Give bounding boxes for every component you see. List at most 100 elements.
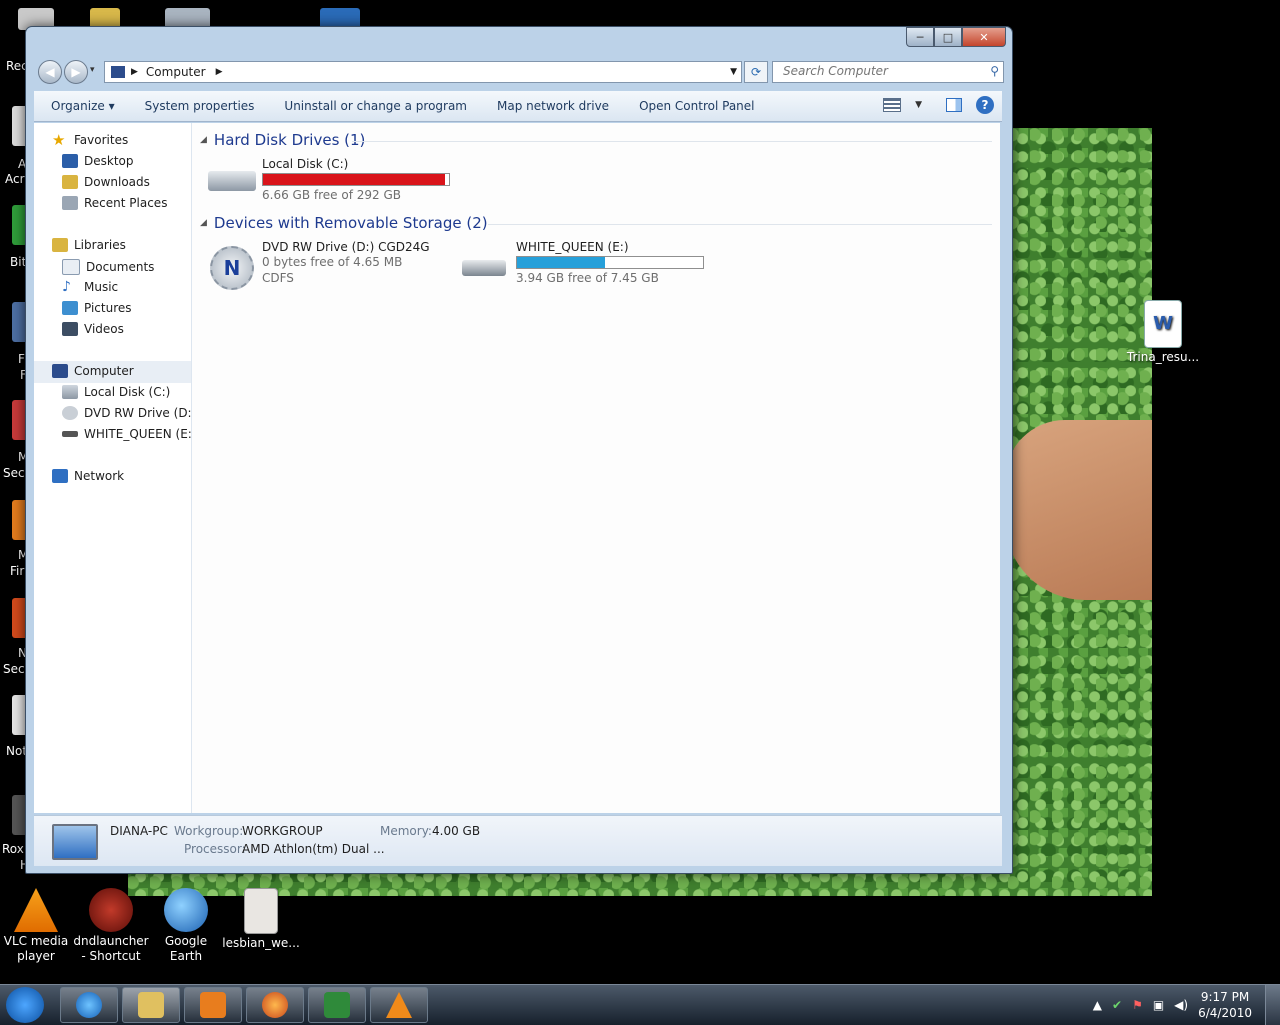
- desktop-icon-word-doc[interactable]: W Trina_resu...: [1124, 300, 1202, 365]
- nav-item-white-queen[interactable]: WHITE_QUEEN (E:): [62, 427, 191, 441]
- desktop-icon-vlc[interactable]: VLC media player: [0, 888, 75, 964]
- desktop-label[interactable]: Roxi: [2, 842, 27, 856]
- computer-icon: [111, 66, 125, 78]
- taskbar-firefox[interactable]: [246, 987, 304, 1023]
- videos-icon: [62, 322, 78, 336]
- map-network-drive-button[interactable]: Map network drive: [482, 99, 624, 113]
- toolbar-right: ▼ ?: [883, 96, 994, 114]
- desktop-icon-image[interactable]: lesbian_we...: [222, 888, 300, 951]
- network-status-icon[interactable]: ▣: [1153, 998, 1164, 1012]
- computer-large-icon: [52, 824, 98, 860]
- breadcrumb-computer[interactable]: Computer: [146, 65, 206, 79]
- open-control-panel-button[interactable]: Open Control Panel: [624, 99, 769, 113]
- nav-item-desktop[interactable]: Desktop: [62, 154, 134, 168]
- address-bar[interactable]: ▶ Computer ▶ ▼: [104, 61, 742, 83]
- nav-item-documents[interactable]: Documents: [62, 259, 154, 275]
- desktop-icon-dndlauncher[interactable]: dndlauncher - Shortcut: [72, 888, 150, 964]
- start-button[interactable]: [6, 987, 44, 1023]
- taskbar-explorer[interactable]: [122, 987, 180, 1023]
- breadcrumb-arrow-icon[interactable]: ▶: [131, 67, 138, 77]
- drive-usage-bar: [516, 256, 704, 269]
- taskbar-ie[interactable]: [60, 987, 118, 1023]
- nav-item-videos[interactable]: Videos: [62, 322, 124, 336]
- nav-label: Network: [74, 469, 125, 483]
- refresh-button[interactable]: ⟳: [744, 61, 768, 83]
- star-icon: ★: [52, 131, 66, 149]
- group-header-removable[interactable]: ◢ Devices with Removable Storage (2): [200, 214, 488, 232]
- nav-item-downloads[interactable]: Downloads: [62, 175, 150, 189]
- show-desktop-button[interactable]: [1265, 985, 1280, 1025]
- pc-name: DIANA-PC: [110, 824, 168, 838]
- windows-explorer-icon: [138, 992, 164, 1018]
- volume-icon[interactable]: ◀): [1174, 998, 1188, 1012]
- desktop-label[interactable]: Bit: [10, 255, 26, 269]
- preview-pane-icon[interactable]: [946, 98, 962, 112]
- security-status-icon[interactable]: ✔: [1112, 998, 1122, 1012]
- word-document-icon: W: [1144, 300, 1182, 348]
- change-view-icon[interactable]: [883, 98, 902, 112]
- drive-name: Local Disk (C:): [262, 157, 349, 171]
- hard-disk-windows-icon: [208, 171, 256, 191]
- excel-icon: [324, 992, 350, 1018]
- desktop-label[interactable]: Acr: [5, 172, 25, 186]
- nav-item-computer[interactable]: Computer: [52, 364, 134, 378]
- recent-places-icon: [62, 196, 78, 210]
- taskbar-excel[interactable]: [308, 987, 366, 1023]
- music-icon: ♪: [62, 279, 71, 295]
- nav-item-network[interactable]: Network: [52, 469, 124, 483]
- desktop-label[interactable]: Fir: [10, 564, 24, 578]
- search-icon[interactable]: ⚲: [990, 64, 999, 78]
- nav-label: Recent Places: [84, 196, 168, 210]
- drive-name: DVD RW Drive (D:) CGD24G: [262, 240, 430, 254]
- nav-item-dvd-drive[interactable]: DVD RW Drive (D:) C: [62, 406, 191, 420]
- search-box[interactable]: ⚲: [772, 61, 1004, 83]
- clock-date: 6/4/2010: [1198, 1006, 1252, 1020]
- close-button[interactable]: ✕: [962, 27, 1006, 47]
- desktop-label[interactable]: F: [18, 352, 25, 366]
- nav-item-favorites[interactable]: ★ Favorites: [52, 131, 128, 149]
- internet-explorer-icon: [76, 992, 102, 1018]
- dvd-autorun-icon: N: [210, 246, 254, 290]
- organize-menu[interactable]: Organize ▾: [34, 99, 130, 113]
- collapse-triangle-icon[interactable]: ◢: [200, 218, 207, 228]
- wallpaper-figure: [1005, 420, 1152, 600]
- desktop-icon-google-earth[interactable]: Google Earth: [147, 888, 225, 964]
- workgroup-value: WORKGROUP: [242, 824, 323, 838]
- hard-disk-icon: [62, 385, 78, 399]
- system-properties-button[interactable]: System properties: [130, 99, 270, 113]
- nav-label: Computer: [74, 364, 134, 378]
- minimize-button[interactable]: ─: [906, 27, 934, 47]
- nav-item-recent-places[interactable]: Recent Places: [62, 196, 167, 210]
- help-icon[interactable]: ?: [976, 96, 994, 114]
- action-center-icon[interactable]: ⚑: [1132, 998, 1143, 1012]
- show-hidden-icons-icon[interactable]: ▲: [1093, 998, 1102, 1012]
- nav-item-pictures[interactable]: Pictures: [62, 301, 132, 315]
- network-icon: [52, 469, 68, 483]
- group-header-hard-disks[interactable]: ◢ Hard Disk Drives (1): [200, 131, 365, 149]
- address-dropdown-icon[interactable]: ▼: [730, 67, 737, 77]
- maximize-button[interactable]: □: [934, 27, 962, 47]
- collapse-triangle-icon[interactable]: ◢: [200, 135, 207, 145]
- desktop-icon: [62, 154, 78, 168]
- nav-item-music[interactable]: ♪ Music: [62, 280, 118, 294]
- view-options-dropdown-icon[interactable]: ▼: [915, 100, 922, 110]
- workgroup-label: Workgroup:: [174, 824, 244, 838]
- back-button[interactable]: ◀: [38, 60, 62, 84]
- desktop-icon-label: Google Earth: [164, 934, 208, 963]
- recent-pages-dropdown[interactable]: ▾: [90, 65, 95, 75]
- desktop-icon-label: VLC media: [3, 934, 69, 948]
- clock[interactable]: 9:17 PM 6/4/2010: [1198, 989, 1252, 1021]
- breadcrumb-arrow-icon[interactable]: ▶: [216, 67, 223, 77]
- nav-item-libraries[interactable]: Libraries: [52, 238, 126, 252]
- taskbar-vlc[interactable]: [370, 987, 428, 1023]
- explorer-window[interactable]: ─ □ ✕ ◀ ▶ ▾ ▶ Computer ▶ ▼ ⟳ ⚲ Organize …: [25, 26, 1013, 874]
- taskbar: ▲ ✔ ⚑ ▣ ◀) 9:17 PM 6/4/2010: [0, 984, 1280, 1025]
- desktop-label[interactable]: Not: [6, 744, 27, 758]
- group-title: Hard Disk Drives (1): [213, 131, 366, 149]
- nav-item-local-disk[interactable]: Local Disk (C:): [62, 385, 170, 399]
- forward-button[interactable]: ▶: [64, 60, 88, 84]
- taskbar-media-player[interactable]: [184, 987, 242, 1023]
- uninstall-button[interactable]: Uninstall or change a program: [269, 99, 482, 113]
- search-input[interactable]: [773, 62, 983, 80]
- group-divider: [352, 141, 992, 142]
